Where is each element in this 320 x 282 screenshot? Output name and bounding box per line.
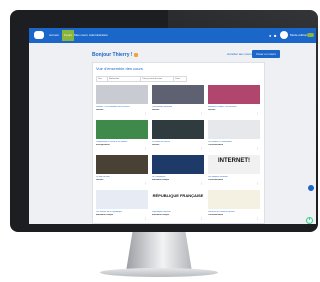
course-thumbnail: [152, 155, 204, 174]
more-options-icon[interactable]: ⋮: [200, 182, 203, 185]
course-card[interactable]: La justice en France Histoire ⋮: [152, 120, 204, 152]
more-options-icon[interactable]: ⋮: [200, 112, 203, 115]
course-category: Education civique: [96, 214, 114, 216]
top-navbar: Accueil Cours Mes cours Administration ●…: [29, 28, 316, 43]
course-thumbnail: [96, 85, 148, 104]
sort-select[interactable]: Trier par nom de cours: [140, 76, 174, 82]
more-options-icon[interactable]: ⋮: [256, 182, 259, 185]
course-thumbnail: [96, 120, 148, 139]
course-thumbnail: [96, 155, 148, 174]
course-category: Communication: [208, 179, 224, 181]
search-input[interactable]: Rechercher: [107, 76, 141, 82]
monitor-bezel: Accueil Cours Mes cours Administration ●…: [10, 10, 318, 232]
course-category: Histoire: [152, 144, 160, 146]
course-thumbnail: [96, 190, 148, 209]
bell-icon[interactable]: ●: [269, 33, 271, 38]
more-options-icon[interactable]: ⋮: [144, 112, 147, 115]
more-options-icon[interactable]: ⋮: [256, 217, 259, 220]
course-thumbnail: [152, 85, 204, 104]
course-card[interactable]: Le droit de vote Histoire ⋮: [96, 155, 148, 187]
course-card[interactable]: Comprendre la laïcité et les libertés Ens…: [96, 120, 148, 152]
more-options-icon[interactable]: ⋮: [144, 182, 147, 185]
course-category: Communication: [208, 214, 224, 216]
course-card[interactable]: Les médias et l'information Communication…: [208, 120, 260, 152]
more-options-icon[interactable]: ⋮: [144, 147, 147, 150]
panel-title: Vue d'ensemble des cours: [96, 66, 143, 71]
page-title-text: Bonjour Thierry !: [92, 52, 133, 58]
course-category: Education civique: [152, 179, 170, 181]
waving-hand-icon: [133, 52, 138, 57]
more-options-icon[interactable]: ⋮: [200, 147, 203, 150]
browse-courses-button[interactable]: Accéder aux cours: [224, 51, 255, 58]
nav-item-home[interactable]: Accueil: [49, 33, 59, 38]
nav-item-courses[interactable]: Cours: [62, 30, 75, 41]
create-course-button[interactable]: Créer un cours: [252, 50, 280, 58]
monitor-base: [100, 268, 218, 277]
course-card[interactable]: Histoire - Les institutions de la France…: [96, 85, 148, 117]
course-thumbnail: [208, 120, 260, 139]
course-category: Enseignement: [96, 144, 110, 146]
more-options-icon[interactable]: ⋮: [256, 112, 259, 115]
course-overview-panel: Vue d'ensemble des cours Tout Rechercher…: [92, 62, 265, 224]
nav-item-administration[interactable]: Administration: [89, 33, 108, 38]
course-card[interactable]: La Constitution Education civique ⋮: [152, 155, 204, 187]
course-card[interactable]: INTERNET! Les dangers d'Internet Communica…: [208, 155, 260, 187]
course-thumbnail: INTERNET!: [208, 155, 260, 174]
avatar[interactable]: [280, 31, 288, 39]
course-category: Communication: [208, 144, 224, 146]
course-category: Histoire: [96, 109, 104, 111]
course-card[interactable]: RÉPUBLIQUE FRANÇAISE République française…: [152, 190, 204, 222]
course-thumbnail: [208, 190, 260, 209]
more-options-icon[interactable]: ⋮: [200, 217, 203, 220]
course-card[interactable]: Les valeurs de la République Education ci…: [96, 190, 148, 222]
more-options-icon[interactable]: ⋮: [256, 147, 259, 150]
course-card[interactable]: Découvrir les réseaux sociaux Communicati…: [208, 190, 260, 222]
thumbnail-caption: INTERNET!: [218, 158, 250, 164]
course-category: Histoire: [96, 179, 104, 181]
nav-item-my-courses[interactable]: Mes cours: [74, 33, 88, 38]
chat-icon[interactable]: ■: [274, 33, 276, 38]
course-card[interactable]: Éducation civique - les élections Histoir…: [208, 85, 260, 117]
course-category: Histoire: [152, 109, 160, 111]
course-card[interactable]: L'Assemblée nationale Histoire ⋮: [152, 85, 204, 117]
course-category: Histoire: [208, 109, 216, 111]
app-logo-icon[interactable]: [34, 31, 44, 39]
more-options-icon[interactable]: ⋮: [144, 217, 147, 220]
power-button-icon: [306, 217, 313, 224]
thumbnail-caption: RÉPUBLIQUE FRANÇAISE: [152, 193, 204, 198]
course-thumbnail: [208, 85, 260, 104]
course-thumbnail: RÉPUBLIQUE FRANÇAISE: [152, 190, 204, 209]
course-category: Education civique: [152, 214, 170, 216]
view-select[interactable]: Carte: [173, 76, 187, 82]
edit-mode-label: Mode édition: [290, 33, 308, 37]
course-thumbnail: [152, 120, 204, 139]
screen: Accueil Cours Mes cours Administration ●…: [29, 28, 316, 224]
edit-mode-toggle[interactable]: [307, 33, 314, 37]
monitor-stand: [126, 232, 192, 270]
page-title: Bonjour Thierry !: [92, 52, 138, 58]
help-icon[interactable]: [308, 185, 314, 191]
